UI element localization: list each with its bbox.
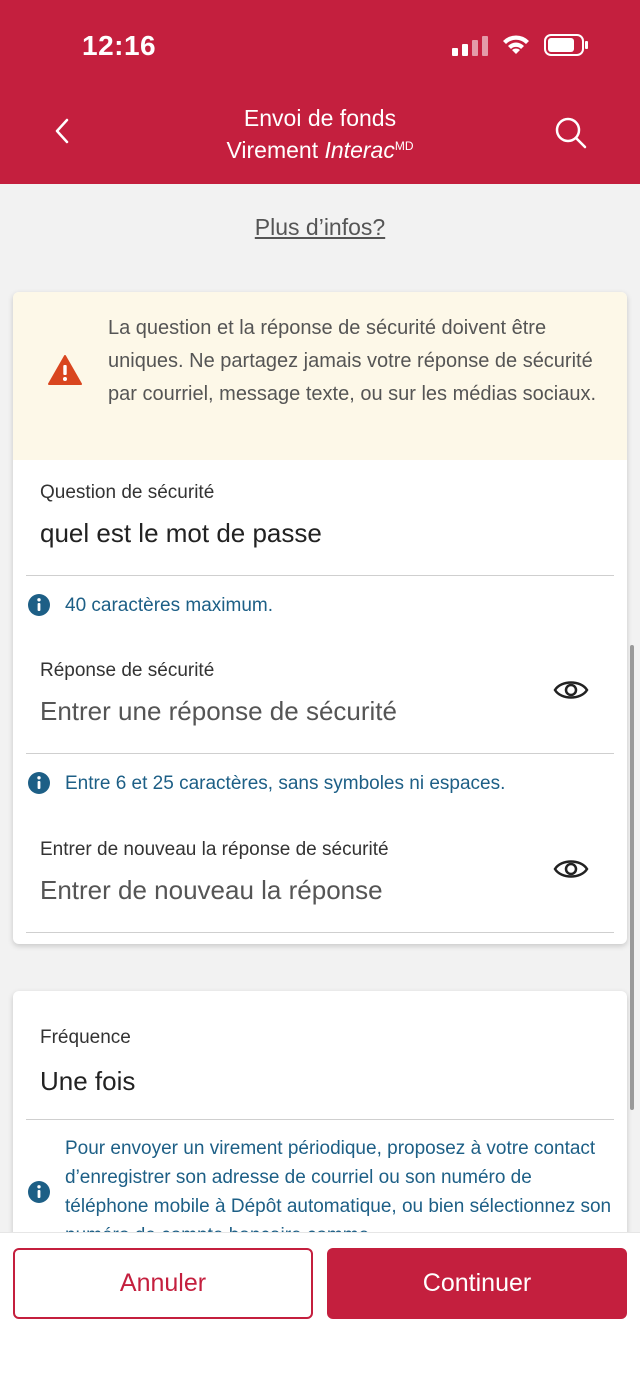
more-info-link[interactable]: Plus d’infos?	[0, 214, 640, 241]
search-button[interactable]	[546, 108, 596, 158]
chevron-left-icon	[55, 118, 69, 144]
battery-icon	[544, 34, 588, 56]
answer-hint-text: Entre 6 et 25 caractères, sans symboles …	[65, 773, 506, 794]
divider	[26, 932, 614, 933]
security-question-label: Question de sécurité	[40, 482, 215, 503]
status-time: 12:16	[82, 30, 157, 61]
action-footer: Annuler Continuer	[0, 1232, 640, 1387]
cancel-button[interactable]: Annuler	[13, 1248, 313, 1319]
divider	[26, 753, 614, 754]
security-answer-input[interactable]: Entrer une réponse de sécurité	[40, 696, 397, 727]
status-icons	[452, 34, 590, 56]
eye-icon[interactable]	[553, 855, 589, 883]
security-answer-confirm-input[interactable]: Entrer de nouveau la réponse	[40, 875, 383, 906]
info-icon	[28, 772, 50, 794]
page-title: Envoi de fonds Virement InteracMD	[120, 104, 520, 164]
frequency-label: Fréquence	[40, 1027, 131, 1048]
security-card: La question et la réponse de sécurité do…	[13, 292, 627, 944]
cellular-signal-icon	[452, 34, 488, 56]
question-hint-text: 40 caractères maximum.	[65, 595, 274, 616]
warning-text: La question et la réponse de sécurité do…	[108, 317, 596, 405]
continue-button[interactable]: Continuer	[327, 1248, 627, 1319]
title-trademark: MD	[394, 139, 414, 153]
title-prefix: Virement	[226, 137, 325, 163]
info-icon	[28, 1181, 50, 1203]
divider	[26, 1119, 614, 1120]
answer-hint: Entre 6 et 25 caractères, sans symboles …	[27, 769, 617, 798]
title-brand: Interac	[324, 137, 395, 163]
back-button[interactable]	[40, 106, 84, 156]
security-answer-confirm-field[interactable]: Entrer de nouveau la réponse de sécurité…	[13, 817, 627, 933]
security-answer-field[interactable]: Réponse de sécurité Entrer une réponse d…	[13, 638, 627, 754]
app-header: 12:16 Envoi de fonds Virement InteracMD	[0, 0, 640, 184]
page-title-line2: Virement InteracMD	[120, 132, 520, 164]
warning-icon	[48, 355, 82, 385]
security-question-field[interactable]: Question de sécurité quel est le mot de …	[13, 460, 627, 576]
wifi-icon	[503, 35, 529, 54]
security-answer-label: Réponse de sécurité	[40, 660, 215, 681]
security-answer-confirm-label: Entrer de nouveau la réponse de sécurité	[40, 839, 389, 860]
eye-icon[interactable]	[553, 676, 589, 704]
frequency-field[interactable]: Fréquence Une fois	[13, 991, 627, 1121]
page-title-line1: Envoi de fonds	[243, 105, 397, 131]
info-icon	[28, 594, 50, 616]
divider	[26, 575, 614, 576]
scrollbar[interactable]	[630, 645, 634, 1110]
search-icon	[555, 117, 587, 149]
frequency-select[interactable]: Une fois	[40, 1066, 135, 1097]
security-question-input[interactable]: quel est le mot de passe	[40, 518, 322, 549]
security-warning: La question et la réponse de sécurité do…	[13, 292, 627, 460]
question-hint: 40 caractères maximum.	[27, 591, 617, 620]
